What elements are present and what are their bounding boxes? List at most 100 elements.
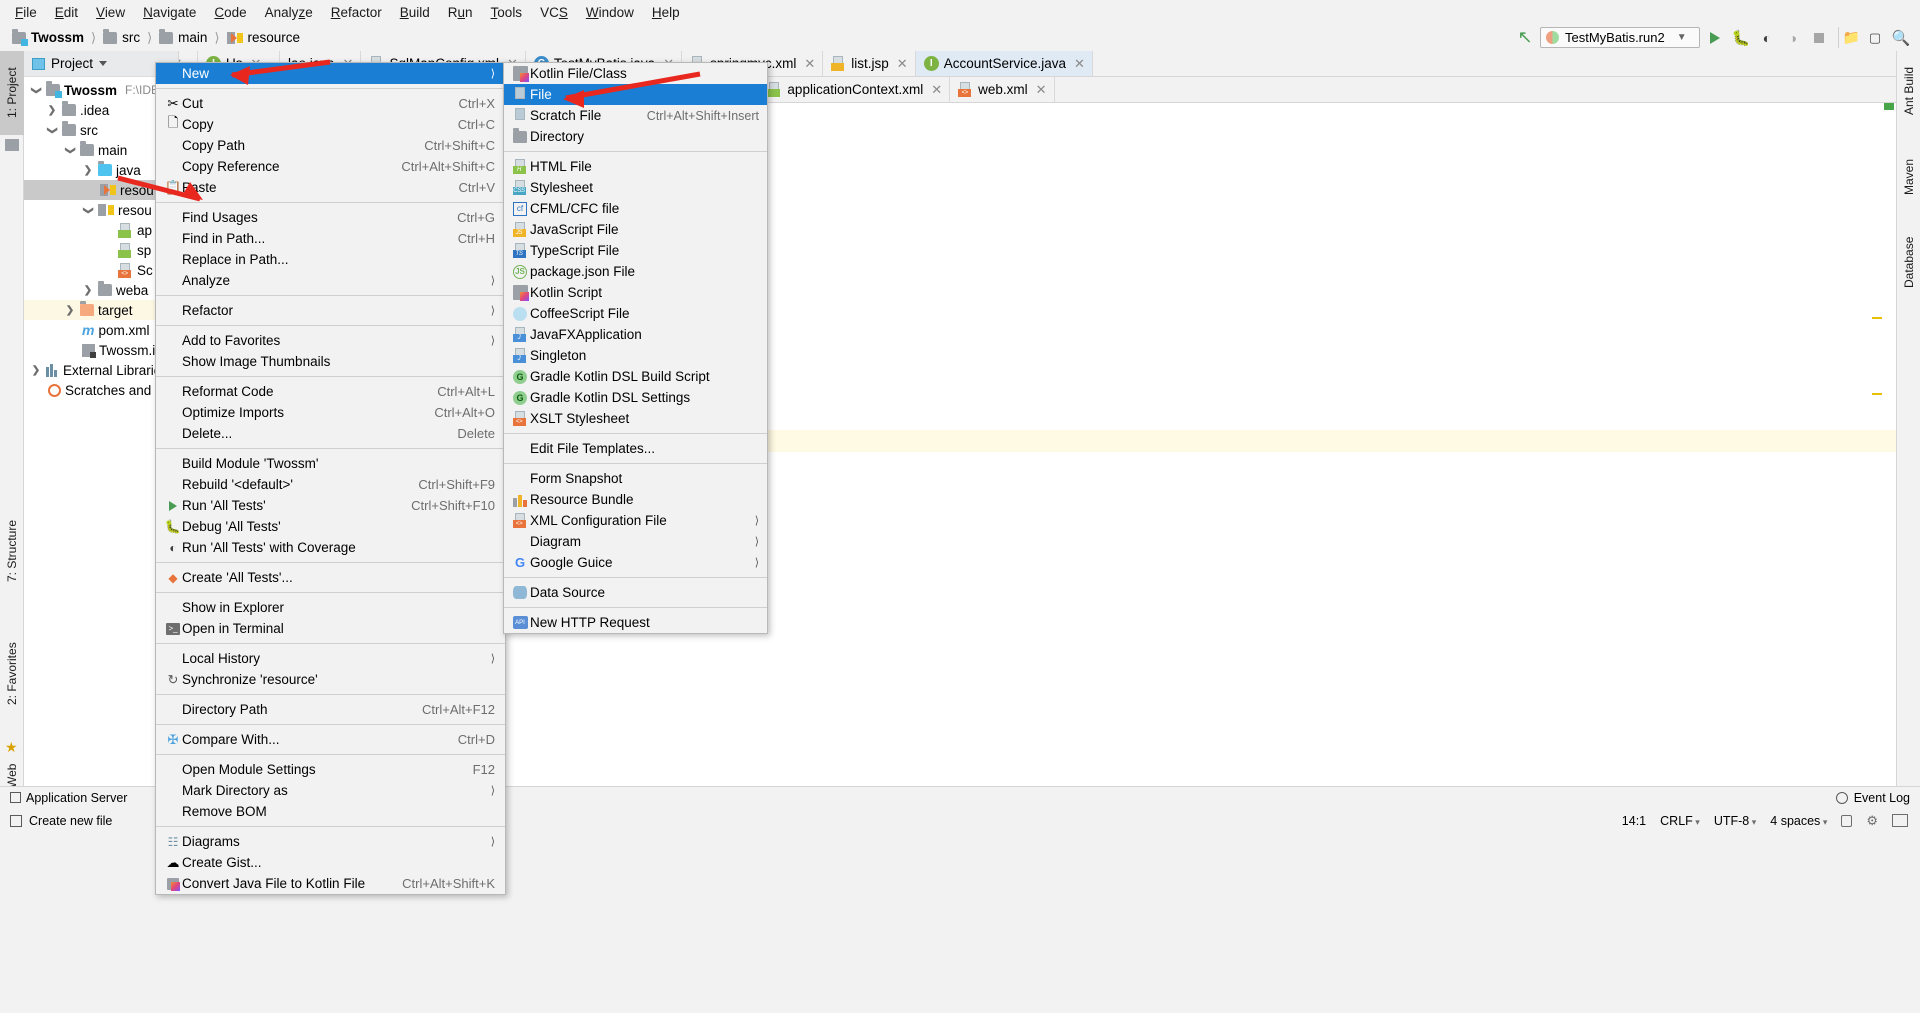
context-menu-item-copy-reference[interactable]: Copy Reference Ctrl+Alt+Shift+C [156,156,505,177]
context-menu-item-open-module-settings[interactable]: Open Module Settings F12 [156,759,505,780]
run-configuration-selector[interactable]: TestMyBatis.run2 ▼ [1540,27,1700,48]
close-icon[interactable]: ✕ [897,56,908,72]
menu-analyze[interactable]: Analyze [256,2,322,23]
breadcrumb-item-resource[interactable]: resource [223,28,305,47]
menu-navigate[interactable]: Navigate [134,2,205,23]
submenu-item-edit-file-templates[interactable]: Edit File Templates... [504,438,767,459]
error-stripe-mark[interactable] [1872,393,1882,395]
menu-run[interactable]: Run [439,2,482,23]
breadcrumb-item-src[interactable]: src [99,28,144,47]
context-menu-item-create-all-tests[interactable]: ◆ Create 'All Tests'... [156,567,505,588]
submenu-item-file[interactable]: File [504,84,767,105]
menu-edit[interactable]: Edit [46,2,87,23]
submenu-item-data-source[interactable]: Data Source [504,582,767,603]
submenu-item-new-http-request[interactable]: API New HTTP Request [504,612,767,633]
context-menu-item-cut[interactable]: ✂ Cut Ctrl+X [156,93,505,114]
context-menu-item-compare-with[interactable]: ✠ Compare With... Ctrl+D [156,729,505,750]
back-arrow-icon[interactable]: ↖ [1514,27,1536,48]
submenu-item-google-guice[interactable]: G Google Guice ⟩ [504,552,767,573]
run-coverage-icon[interactable]: ◐ [1756,27,1778,48]
context-menu-item-paste[interactable]: 📋 Paste Ctrl+V [156,177,505,198]
debug-icon[interactable]: 🐛 [1730,27,1752,48]
context-menu-item-refactor[interactable]: Refactor ⟩ [156,300,505,321]
menu-view[interactable]: View [87,2,134,23]
submenu-item-stylesheet[interactable]: CSS Stylesheet [504,177,767,198]
memory-indicator[interactable] [1892,814,1908,827]
submenu-item-kotlin-file-class[interactable]: Kotlin File/Class [504,63,767,84]
submenu-item-xml-configuration-file[interactable]: <> XML Configuration File ⟩ [504,510,767,531]
menu-tools[interactable]: Tools [482,2,532,23]
context-menu-item-show-in-explorer[interactable]: Show in Explorer [156,597,505,618]
run-icon[interactable] [1704,27,1726,48]
context-menu-item-debug-all-tests[interactable]: 🐛 Debug 'All Tests' [156,516,505,537]
line-separator[interactable]: CRLF ▾ [1660,814,1700,828]
submenu-item-form-snapshot[interactable]: Form Snapshot [504,468,767,489]
submenu-item-diagram[interactable]: Diagram ⟩ [504,531,767,552]
expand-arrow-icon[interactable] [64,304,76,316]
submenu-item-package-json-file[interactable]: JS package.json File [504,261,767,282]
submenu-item-resource-bundle[interactable]: Resource Bundle [504,489,767,510]
submenu-item-html-file[interactable]: H HTML File [504,156,767,177]
submenu-item-gradle-kotlin-dsl-build-script[interactable]: G Gradle Kotlin DSL Build Script [504,366,767,387]
context-menu-item-directory-path[interactable]: Directory Path Ctrl+Alt+F12 [156,699,505,720]
submenu-item-javafxapplication[interactable]: J JavaFXApplication [504,324,767,345]
expand-arrow-icon[interactable] [30,84,42,96]
menu-vcs[interactable]: VCS [531,2,577,23]
close-icon[interactable]: ✕ [804,56,815,72]
search-everywhere-icon[interactable]: 🔍 [1890,27,1912,48]
expand-arrow-icon[interactable] [82,204,94,216]
caret-position[interactable]: 14:1 [1622,814,1646,828]
context-menu-item-run-all-tests[interactable]: Run 'All Tests' Ctrl+Shift+F10 [156,495,505,516]
context-menu-item-create-gist[interactable]: ☁ Create Gist... [156,852,505,873]
sidebar-item-database[interactable]: Database [1897,223,1920,301]
editor-tab[interactable]: applicationContext.xml ✕ [759,77,951,102]
submenu-item-typescript-file[interactable]: TS TypeScript File [504,240,767,261]
sidebar-item-project[interactable]: 1: Project [0,51,24,135]
error-stripe-mark[interactable] [1872,317,1882,319]
context-menu-item-open-in-terminal[interactable]: >_ Open in Terminal [156,618,505,639]
expand-arrow-icon[interactable] [82,284,94,296]
context-menu-item-analyze[interactable]: Analyze ⟩ [156,270,505,291]
expand-arrow-icon[interactable] [46,124,58,136]
sidebar-item-structure[interactable]: 7: Structure [0,501,24,601]
menu-file[interactable]: File [6,2,46,23]
context-menu-item-optimize-imports[interactable]: Optimize Imports Ctrl+Alt+O [156,402,505,423]
menu-code[interactable]: Code [205,2,255,23]
context-menu-item-reformat-code[interactable]: Reformat Code Ctrl+Alt+L [156,381,505,402]
bottom-item-application-server[interactable]: Application Server [0,791,137,805]
chevron-down-icon[interactable] [99,61,108,66]
submenu-item-directory[interactable]: Directory [504,126,767,147]
context-menu-item-copy[interactable]: 🗋 Copy Ctrl+C [156,114,505,135]
expand-arrow-icon[interactable] [64,144,76,156]
context-menu-item-copy-path[interactable]: Copy Path Ctrl+Shift+C [156,135,505,156]
breadcrumb-item-main[interactable]: main [155,28,211,47]
vcs-icon[interactable]: ⚙ [1866,813,1878,829]
submenu-item-gradle-kotlin-dsl-settings[interactable]: G Gradle Kotlin DSL Settings [504,387,767,408]
close-icon[interactable]: ✕ [931,82,942,98]
indent-setting[interactable]: 4 spaces ▾ [1770,814,1827,828]
menu-build[interactable]: Build [391,2,439,23]
menu-refactor[interactable]: Refactor [322,2,391,23]
bottom-item-event-log[interactable]: Event Log [1835,791,1920,805]
submenu-item-scratch-file[interactable]: Scratch File Ctrl+Alt+Shift+Insert [504,105,767,126]
expand-arrow-icon[interactable] [30,364,42,376]
context-menu-item-convert-java-to-kotlin[interactable]: Convert Java File to Kotlin File Ctrl+Al… [156,873,505,894]
submenu-item-cfml-cfc-file[interactable]: cf CFML/CFC file [504,198,767,219]
expand-arrow-icon[interactable] [46,104,58,116]
submenu-item-kotlin-script[interactable]: Kotlin Script [504,282,767,303]
context-menu-item-synchronize[interactable]: ↻ Synchronize 'resource' [156,669,505,690]
context-menu-item-mark-directory-as[interactable]: Mark Directory as ⟩ [156,780,505,801]
scrollbar-thumb[interactable] [1884,103,1894,110]
context-menu-item-build-module[interactable]: Build Module 'Twossm' [156,453,505,474]
context-menu-item-new[interactable]: New ⟩ [156,63,505,84]
close-icon[interactable]: ✕ [1036,82,1047,98]
sidebar-item-ant-build[interactable]: Ant Build [1897,55,1920,127]
editor-tab-active[interactable]: I AccountService.java ✕ [915,51,1093,76]
menu-help[interactable]: Help [643,2,689,23]
context-menu-item-find-in-path[interactable]: Find in Path... Ctrl+H [156,228,505,249]
editor-tab[interactable]: <> web.xml ✕ [950,77,1055,102]
context-menu-item-show-image-thumbnails[interactable]: Show Image Thumbnails [156,351,505,372]
file-encoding[interactable]: UTF-8 ▾ [1714,814,1756,828]
context-menu-item-add-to-favorites[interactable]: Add to Favorites ⟩ [156,330,505,351]
menu-window[interactable]: Window [577,2,643,23]
